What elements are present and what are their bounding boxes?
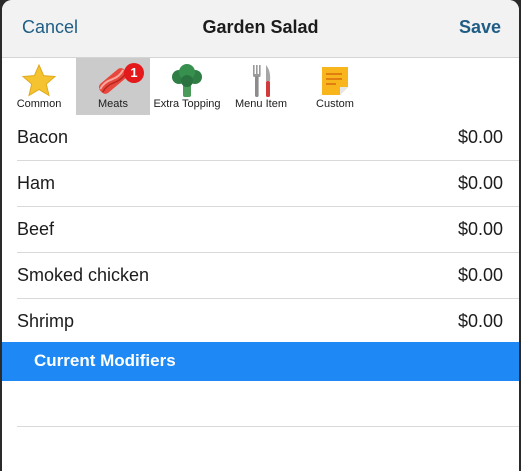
modifier-name: Bacon bbox=[17, 127, 69, 147]
tab-custom[interactable]: Custom bbox=[298, 58, 372, 115]
modifier-name: Smoked chicken bbox=[17, 265, 150, 285]
modifier-name: Ham bbox=[17, 173, 56, 193]
list-item[interactable]: Shrimp $0.00 bbox=[17, 299, 519, 345]
page-title: Garden Salad bbox=[202, 17, 319, 37]
modifier-sheet: Cancel Garden Salad Save Common 1 Meats bbox=[2, 0, 519, 471]
tab-menu-item[interactable]: Menu Item bbox=[224, 58, 298, 115]
modifier-price: $0.00 bbox=[457, 127, 503, 147]
save-button[interactable]: Save bbox=[459, 17, 501, 38]
modifier-price: $0.00 bbox=[457, 173, 503, 193]
star-icon bbox=[21, 63, 57, 97]
section-title: Current Modifiers bbox=[34, 351, 176, 370]
tab-common[interactable]: Common bbox=[2, 58, 76, 115]
broccoli-icon bbox=[172, 64, 202, 97]
tab-extra-topping[interactable]: Extra Topping bbox=[150, 58, 224, 115]
current-modifiers-header: Current Modifiers bbox=[2, 342, 519, 381]
current-modifiers-empty-row bbox=[17, 381, 519, 427]
modifier-price: $0.00 bbox=[457, 265, 503, 285]
list-item[interactable]: Beef $0.00 bbox=[17, 207, 519, 253]
tab-meats[interactable]: 1 Meats bbox=[76, 58, 150, 115]
modifier-name: Beef bbox=[17, 219, 55, 239]
selection-count-badge: 1 bbox=[124, 63, 144, 83]
navigation-bar: Cancel Garden Salad Save bbox=[2, 0, 519, 58]
list-item[interactable]: Smoked chicken $0.00 bbox=[17, 253, 519, 299]
modifier-name: Shrimp bbox=[17, 311, 75, 331]
category-tabs: Common 1 Meats Extra Topping Menu Item C… bbox=[2, 58, 519, 115]
list-item[interactable]: Bacon $0.00 bbox=[17, 115, 519, 161]
modifier-price: $0.00 bbox=[457, 311, 503, 331]
sticky-note-icon bbox=[322, 67, 348, 95]
list-item[interactable]: Ham $0.00 bbox=[17, 161, 519, 207]
fork-knife-icon bbox=[253, 65, 271, 97]
tab-label: Custom bbox=[316, 98, 354, 110]
modifier-price: $0.00 bbox=[457, 219, 503, 239]
modifier-list: Bacon $0.00 Ham $0.00 Beef $0.00 Smoked … bbox=[2, 115, 519, 345]
